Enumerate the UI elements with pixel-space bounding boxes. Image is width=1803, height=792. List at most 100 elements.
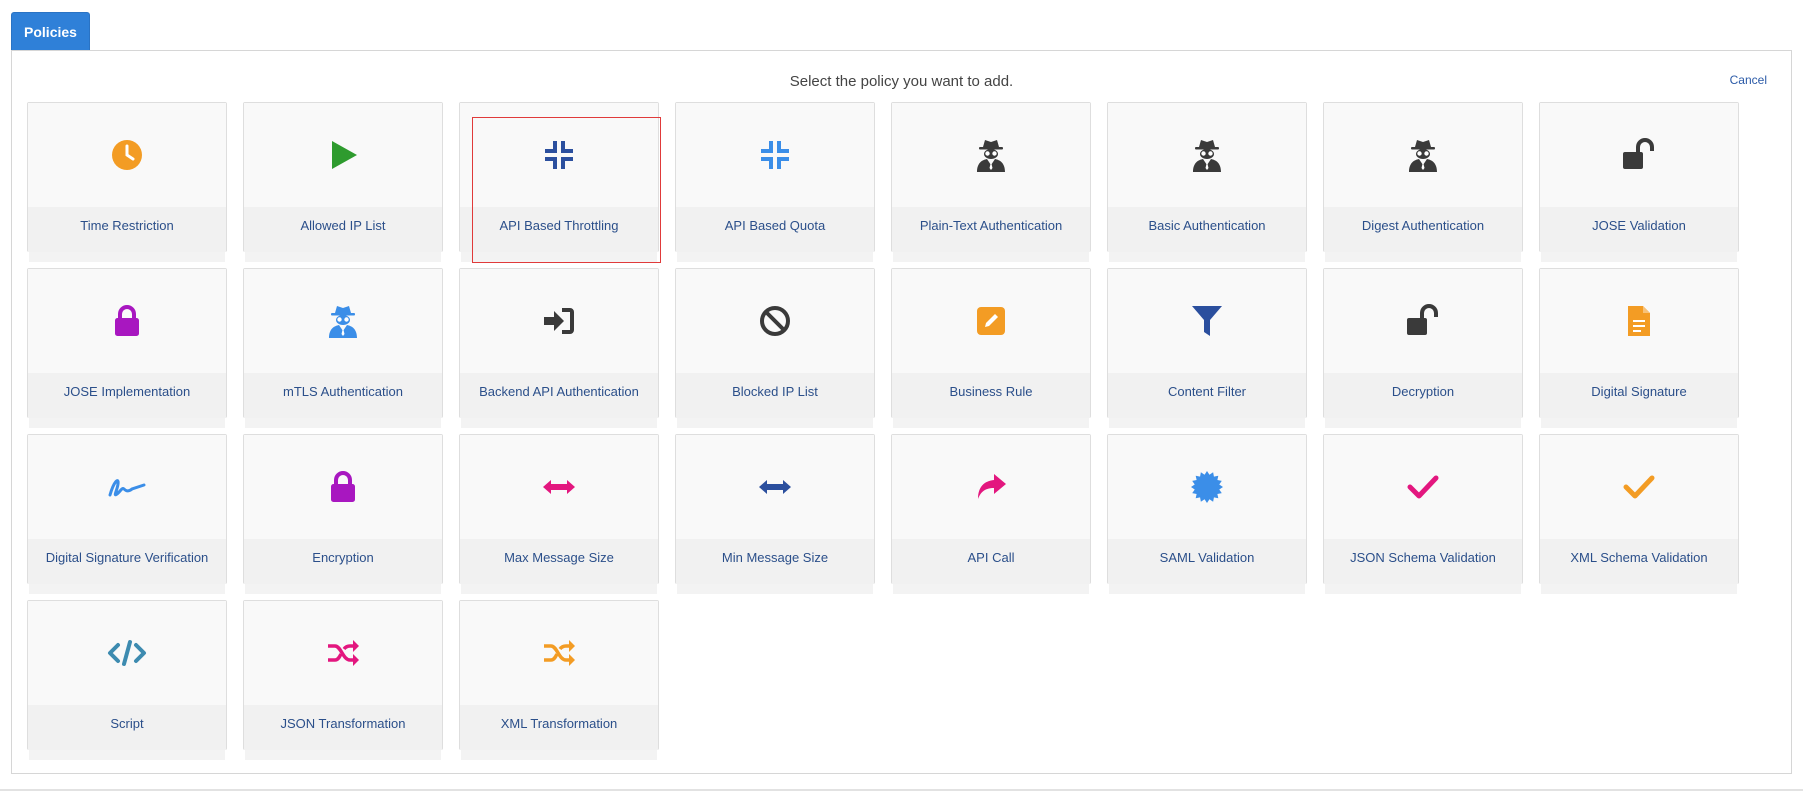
policy-label-area: XML Transformation	[460, 705, 658, 750]
policy-icon-area	[676, 269, 874, 373]
policy-label: JOSE Implementation	[63, 384, 191, 399]
policy-card-business-rule[interactable]: Business Rule	[891, 268, 1091, 418]
policy-label-area: JSON Transformation	[244, 705, 442, 750]
policy-card-script[interactable]: Script	[27, 600, 227, 750]
policy-card-api-based-throttling[interactable]: API Based Throttling	[459, 102, 661, 263]
policy-card-digest-authentication[interactable]: Digest Authentication	[1323, 102, 1523, 252]
unlock-icon	[1621, 138, 1657, 172]
policy-label: Max Message Size	[504, 550, 614, 565]
policy-label: Content Filter	[1167, 384, 1247, 399]
policy-icon-area	[460, 269, 658, 373]
lock-icon	[328, 470, 358, 504]
policy-card-max-message-size[interactable]: Max Message Size	[459, 434, 659, 584]
policy-icon-area	[1108, 103, 1306, 207]
policy-card-basic-authentication[interactable]: Basic Authentication	[1107, 102, 1307, 252]
ban-icon	[758, 304, 792, 338]
policy-label: Script	[110, 716, 144, 731]
cancel-link[interactable]: Cancel	[1730, 73, 1767, 87]
random-icon	[542, 638, 576, 668]
policy-label-area: mTLS Authentication	[244, 373, 442, 418]
policy-card-digital-signature-verification[interactable]: Digital Signature Verification	[27, 434, 227, 584]
policy-card-encryption[interactable]: Encryption	[243, 434, 443, 584]
policy-label: Basic Authentication	[1148, 218, 1266, 233]
clock-icon	[110, 138, 144, 172]
policy-label-area: API Call	[892, 539, 1090, 584]
code-icon	[107, 639, 147, 667]
policy-card-blocked-ip-list[interactable]: Blocked IP List	[675, 268, 875, 418]
policy-card-digital-signature[interactable]: Digital Signature	[1539, 268, 1739, 418]
policy-card-xml-schema-validation[interactable]: XML Schema Validation	[1539, 434, 1739, 584]
tab-policies[interactable]: Policies	[11, 12, 90, 51]
policy-label: Digest Authentication	[1361, 218, 1485, 233]
policy-card-api-based-quota[interactable]: API Based Quota	[675, 102, 875, 252]
policy-label: JOSE Validation	[1592, 218, 1686, 233]
compress-icon	[759, 139, 791, 171]
policy-label-area: Time Restriction	[28, 207, 226, 252]
policy-label: Digital Signature Verification	[45, 550, 209, 565]
user-secret-icon	[1192, 138, 1222, 172]
policy-icon-area	[460, 601, 658, 705]
policy-label: mTLS Authentication	[283, 384, 403, 399]
user-secret-icon	[1408, 138, 1438, 172]
filter-icon	[1191, 304, 1223, 338]
policy-label: XML Transformation	[500, 716, 618, 731]
policy-icon-area	[676, 103, 874, 207]
instruction-text: Select the policy you want to add.	[789, 73, 1014, 90]
policy-panel: Select the policy you want to add. Cance…	[11, 50, 1792, 774]
policy-label-area: Content Filter	[1108, 373, 1306, 418]
policy-card-mtls-authentication[interactable]: mTLS Authentication	[243, 268, 443, 418]
policy-card-decryption[interactable]: Decryption	[1323, 268, 1523, 418]
policy-card-min-message-size[interactable]: Min Message Size	[675, 434, 875, 584]
check-icon	[1623, 474, 1655, 500]
policy-label: Min Message Size	[721, 550, 829, 565]
random-icon	[326, 638, 360, 668]
policy-label-area: Encryption	[244, 539, 442, 584]
user-secret-icon	[976, 138, 1006, 172]
policy-card-jose-implementation[interactable]: JOSE Implementation	[27, 268, 227, 418]
policy-label-area: Blocked IP List	[676, 373, 874, 418]
policy-card-content-filter[interactable]: Content Filter	[1107, 268, 1307, 418]
policy-label-area: Plain-Text Authentication	[892, 207, 1090, 252]
policy-icon-area	[28, 103, 226, 207]
policy-card-backend-api-authentication[interactable]: Backend API Authentication	[459, 268, 659, 418]
policy-icon-area	[1108, 435, 1306, 539]
policy-label-area: JOSE Validation	[1540, 207, 1738, 252]
lock-icon	[112, 304, 142, 338]
policy-icon-area	[1540, 269, 1738, 373]
policy-icon-area	[244, 269, 442, 373]
policy-label-area: XML Schema Validation	[1540, 539, 1738, 584]
policy-label: Plain-Text Authentication	[919, 218, 1063, 233]
policy-label-area: JOSE Implementation	[28, 373, 226, 418]
policy-card-json-schema-validation[interactable]: JSON Schema Validation	[1323, 434, 1523, 584]
policy-card-api-call[interactable]: API Call	[891, 434, 1091, 584]
policy-label: Encryption	[312, 550, 374, 565]
certificate-icon	[1190, 470, 1224, 504]
sign-in-icon	[542, 306, 576, 336]
file-icon	[1626, 304, 1652, 338]
policy-icon-area	[460, 435, 658, 539]
policy-icon-area	[1540, 103, 1738, 207]
policy-grid: Time Restriction Allowed IP List API Based…	[27, 102, 1739, 750]
policy-label-area: API Based Quota	[676, 207, 874, 252]
user-secret-icon	[328, 304, 358, 338]
policy-card-json-transformation[interactable]: JSON Transformation	[243, 600, 443, 750]
policy-label: SAML Validation	[1159, 550, 1255, 565]
share-icon	[975, 472, 1007, 502]
policy-card-time-restriction[interactable]: Time Restriction	[27, 102, 227, 252]
policy-card-jose-validation[interactable]: JOSE Validation	[1539, 102, 1739, 252]
policy-label: API Based Throttling	[499, 218, 619, 233]
policy-label-area: Script	[28, 705, 226, 750]
policy-icon-area	[1324, 269, 1522, 373]
policy-label: Backend API Authentication	[479, 384, 639, 399]
policy-card-allowed-ip-list[interactable]: Allowed IP List	[243, 102, 443, 252]
signature-icon	[107, 475, 147, 499]
policy-label-area: SAML Validation	[1108, 539, 1306, 584]
policy-icon-area	[244, 435, 442, 539]
policy-card-xml-transformation[interactable]: XML Transformation	[459, 600, 659, 750]
policy-card-saml-validation[interactable]: SAML Validation	[1107, 434, 1307, 584]
unlock-icon	[1405, 304, 1441, 338]
policy-icon-area	[28, 601, 226, 705]
policy-label: API Based Quota	[724, 218, 826, 233]
policy-card-plain-text-authentication[interactable]: Plain-Text Authentication	[891, 102, 1091, 252]
policy-label-area: Decryption	[1324, 373, 1522, 418]
